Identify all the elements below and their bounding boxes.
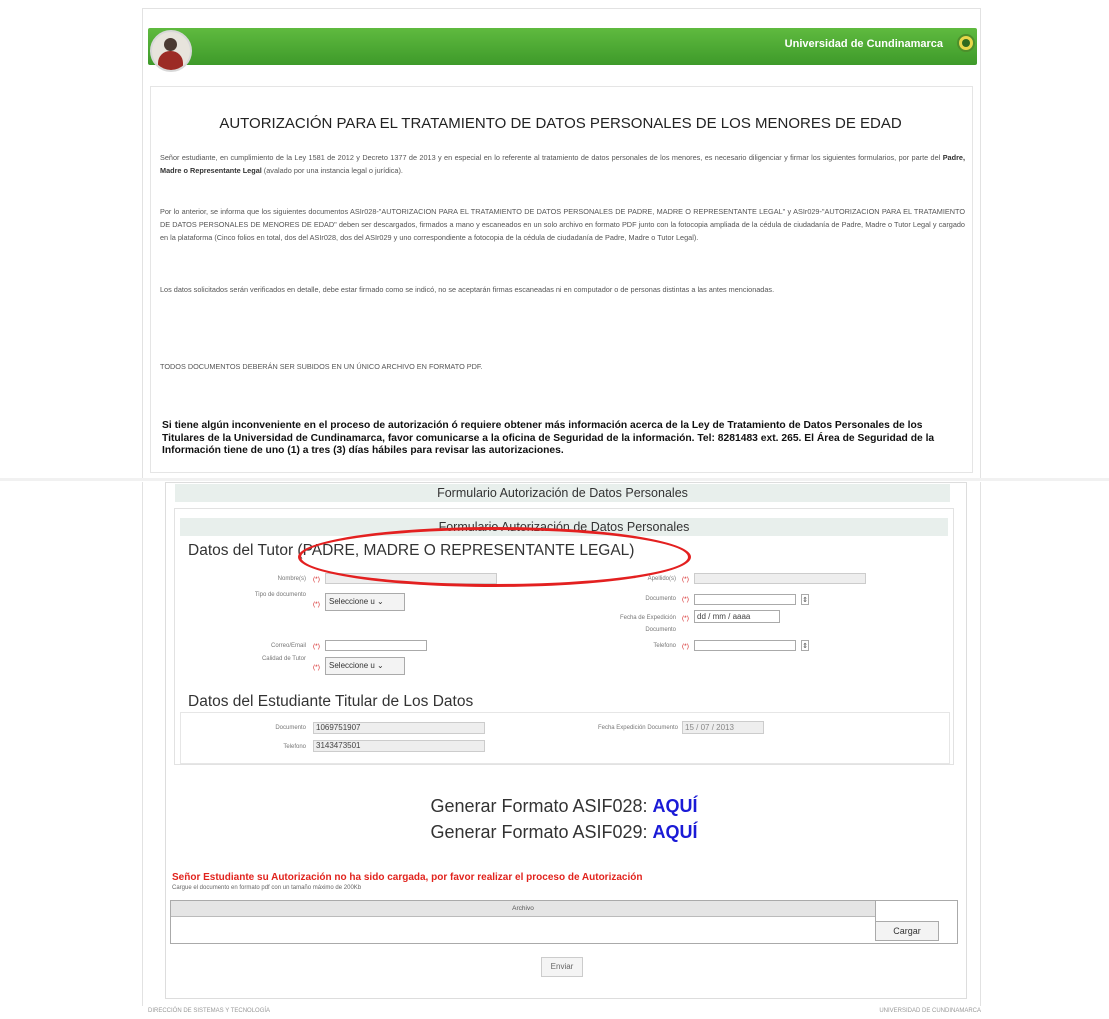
generar-asif029-label: Generar Formato ASIF029: — [430, 822, 653, 842]
form-header-bar: Formulario Autorización de Datos Persona… — [175, 484, 950, 502]
telefono-stepper[interactable]: ⇕ — [801, 640, 809, 651]
cargar-button[interactable]: Cargar — [875, 921, 939, 941]
calidad-tutor-label: Calidad de Tutor — [261, 656, 306, 662]
tipo-documento-select[interactable]: Seleccione u ⌄ — [325, 593, 405, 611]
paragraph-1-text: Señor estudiante, en cumplimiento de la … — [160, 153, 943, 162]
telefono-input[interactable] — [694, 640, 796, 651]
generar-asif029: Generar Formato ASIF029: AQUÍ — [164, 822, 964, 843]
student-telefono-input[interactable]: 3143473501 — [313, 740, 485, 752]
paragraph-1-end: (avalado por una instancia legal o juríd… — [261, 166, 403, 175]
student-documento-label: Documento — [275, 725, 306, 731]
authorization-warning: Señor Estudiante su Autorización no ha s… — [172, 872, 643, 883]
tipo-documento-label: Tipo de documento — [254, 592, 306, 598]
asif028-download-link[interactable]: AQUÍ — [653, 796, 698, 816]
apellidos-input[interactable] — [694, 573, 866, 584]
documento-stepper[interactable]: ⇕ — [801, 594, 809, 605]
documento-input[interactable] — [694, 594, 796, 605]
avatar[interactable] — [150, 30, 192, 72]
student-telefono-label: Telefono — [283, 744, 306, 750]
tipo-documento-value: Seleccione u — [329, 597, 375, 606]
required-mark: (*) — [313, 576, 320, 583]
paragraph-4: TODOS DOCUMENTOS DEBERÁN SER SUBIDOS EN … — [160, 362, 483, 371]
calidad-tutor-value: Seleccione u — [329, 661, 375, 670]
contact-warning: Si tiene algún inconveniente en el proce… — [162, 420, 935, 456]
required-mark: (*) — [682, 615, 689, 622]
paragraph-1: Señor estudiante, en cumplimiento de la … — [160, 151, 965, 177]
telefono-label: Telefono — [653, 643, 676, 649]
required-mark: (*) — [313, 601, 320, 608]
university-logo-icon — [957, 34, 975, 52]
footer-university: UNIVERSIDAD DE CUNDINAMARCA — [879, 1008, 981, 1014]
required-mark: (*) — [682, 643, 689, 650]
required-mark: (*) — [313, 643, 320, 650]
generar-asif028-label: Generar Formato ASIF028: — [430, 796, 653, 816]
generar-asif028: Generar Formato ASIF028: AQUÍ — [164, 796, 964, 817]
required-mark: (*) — [682, 576, 689, 583]
asif029-download-link[interactable]: AQUÍ — [653, 822, 698, 842]
paragraph-2: Por lo anterior, se informa que los sigu… — [160, 207, 965, 242]
student-box — [180, 712, 950, 764]
file-input[interactable] — [171, 917, 875, 941]
authorization-box — [150, 86, 973, 473]
page-title: AUTORIZACIÓN PARA EL TRATAMIENTO DE DATO… — [219, 115, 902, 132]
documento-label: Documento — [645, 596, 676, 602]
fecha-expedicion-label-2: Documento — [645, 627, 676, 633]
correo-input[interactable] — [325, 640, 427, 651]
highlight-ellipse — [298, 527, 691, 587]
paragraph-3: Los datos solicitados serán verificados … — [160, 285, 775, 294]
screenshot-divider — [0, 478, 1109, 481]
required-mark: (*) — [682, 596, 689, 603]
student-fecha-label: Fecha Expedición Documento — [597, 725, 678, 731]
footer-department: DIRECCIÓN DE SISTEMAS Y TECNOLOGÍA — [148, 1008, 271, 1014]
upload-note: Cargue el documento en formato pdf con u… — [172, 885, 362, 891]
archivo-column-header: Archivo — [171, 901, 875, 916]
student-fecha-input[interactable]: 15 / 07 / 2013 — [682, 721, 764, 734]
calidad-tutor-select[interactable]: Seleccione u ⌄ — [325, 657, 405, 675]
fecha-expedicion-input[interactable]: dd / mm / aaaa — [694, 610, 780, 623]
university-name: Universidad de Cundinamarca — [784, 38, 943, 50]
enviar-button[interactable]: Enviar — [541, 957, 583, 977]
tutor-title-main: Datos del Tutor — [188, 542, 294, 559]
fecha-expedicion-label: Fecha de Expedición — [619, 615, 676, 621]
student-section-title: Datos del Estudiante Titular de Los Dato… — [188, 693, 474, 710]
required-mark: (*) — [313, 664, 320, 671]
nombres-label: Nombre(s) — [277, 576, 306, 582]
correo-label: Correo/Email — [270, 643, 306, 649]
student-documento-input[interactable]: 1069751907 — [313, 722, 485, 734]
